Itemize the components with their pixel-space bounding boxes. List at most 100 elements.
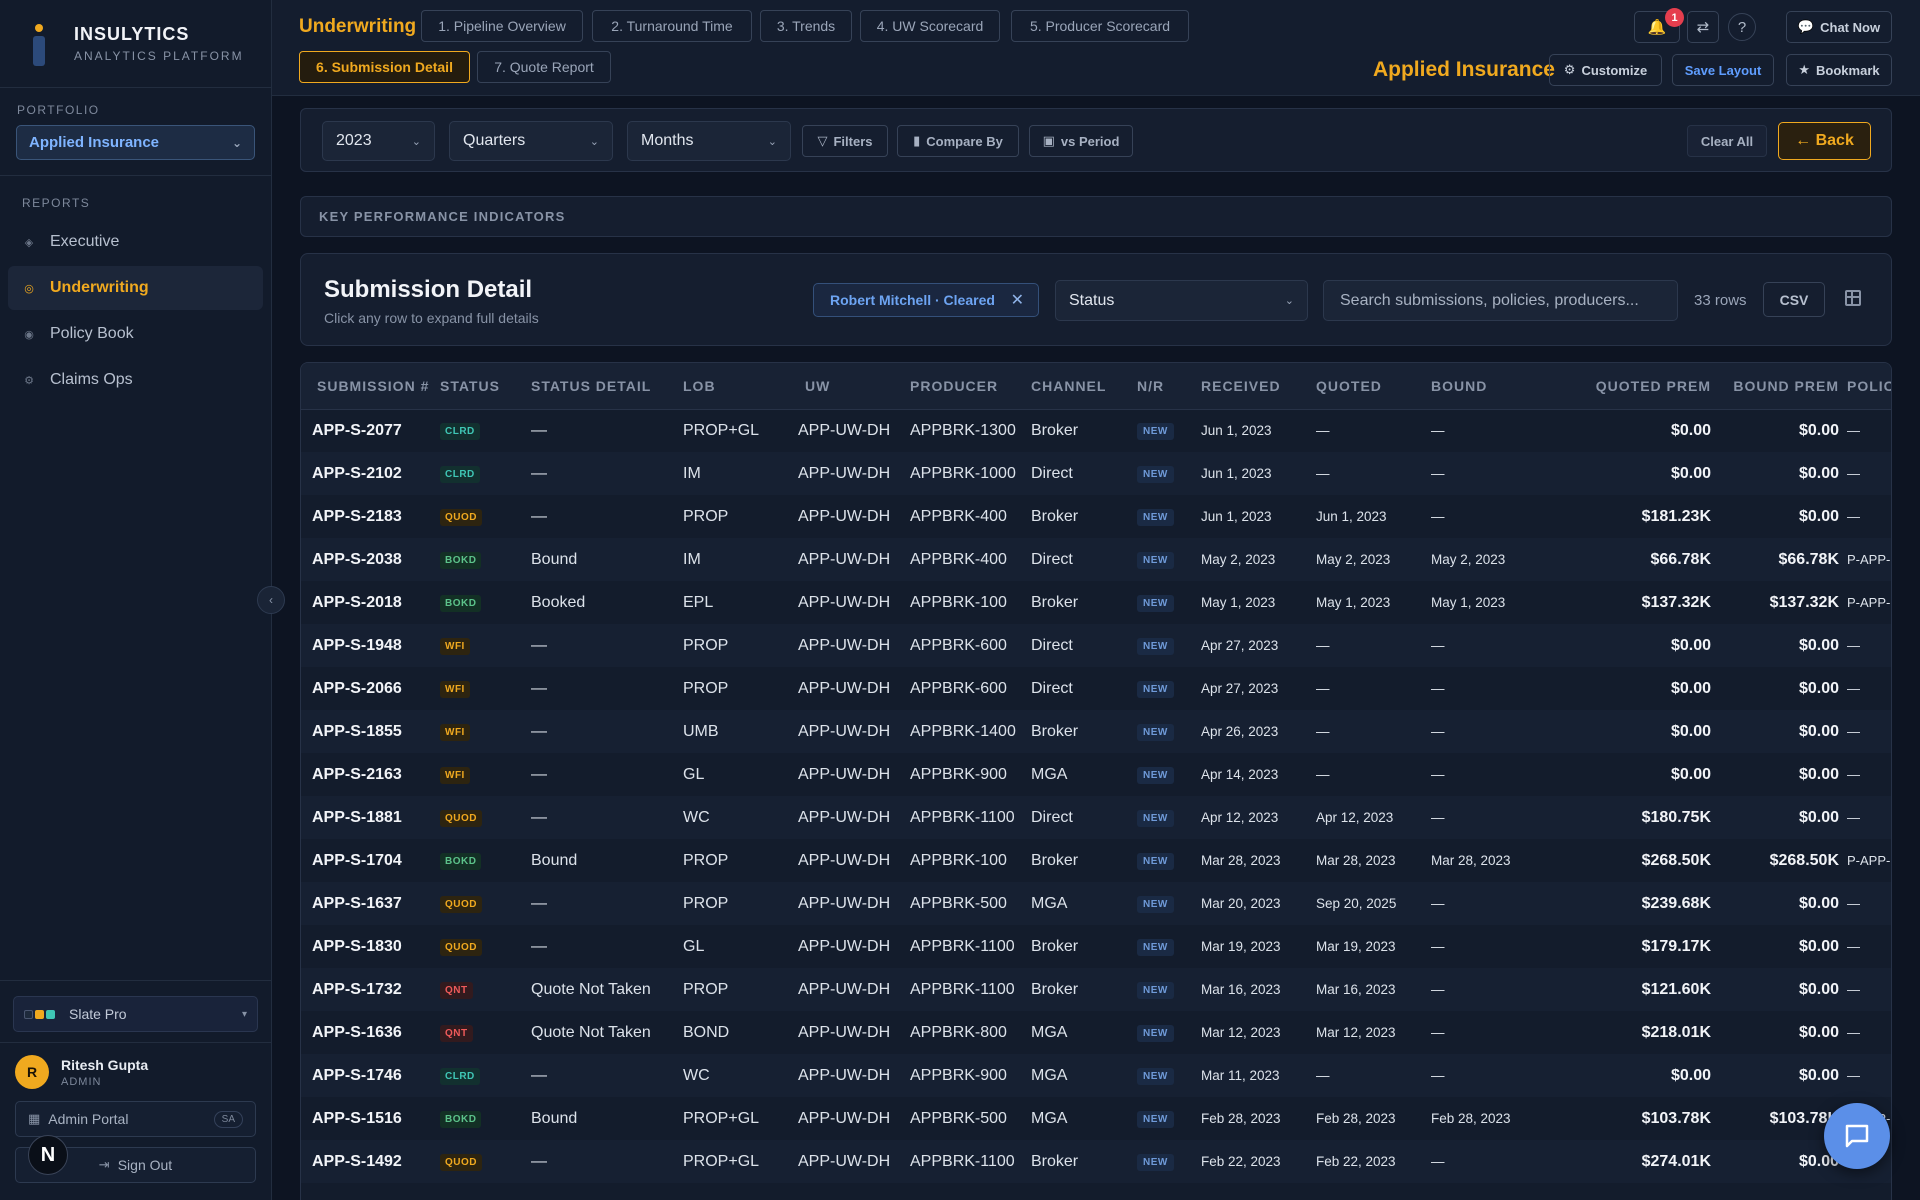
table-row[interactable]: APP-S-1732 QNT Quote Not Taken PROP APP-UW-D… — [301, 968, 1891, 1011]
close-icon[interactable]: ✕ — [1011, 290, 1024, 310]
tab-submission-detail[interactable]: 6. Submission Detail — [299, 51, 470, 83]
tab-uw-scorecard[interactable]: 4. UW Scorecard — [860, 10, 1000, 42]
table-row[interactable]: APP-S-1948 WFI — PROP APP-UW-DH APPBRK-600 Dir… — [301, 624, 1891, 667]
collapse-sidebar-button[interactable]: ‹ — [257, 586, 285, 614]
admin-portal-button[interactable]: ▦ Admin Portal SA — [15, 1101, 256, 1137]
table-row[interactable]: APP-S-1492 QUOD — PROP+GL APP-UW-DH APPBRK-11… — [301, 1140, 1891, 1183]
cell-channel: Direct — [1031, 452, 1137, 495]
filters-label: Filters — [833, 133, 873, 149]
column-header-received[interactable]: RECEIVED — [1201, 363, 1316, 410]
column-header-quoted[interactable]: QUOTED — [1316, 363, 1431, 410]
column-header-nr[interactable]: N/R — [1137, 363, 1201, 410]
months-value: Months — [641, 132, 694, 149]
cell-lob: PROP — [683, 851, 729, 869]
column-header-status-detail[interactable]: STATUS DETAIL — [531, 363, 683, 410]
table-row[interactable]: APP-S-2102 CLRD — IM APP-UW-DH APPBRK-1000 Dir… — [301, 452, 1891, 495]
table-row[interactable]: APP-S-2183 QUOD — PROP APP-UW-DH APPBRK-400 Br… — [301, 495, 1891, 538]
csv-export-button[interactable]: CSV — [1763, 282, 1825, 317]
table-row[interactable]: APP-S-2018 BOKD Booked EPL APP-UW-DH APPBRK-1… — [301, 581, 1891, 624]
kpi-section-header[interactable]: KEY PERFORMANCE INDICATORS — [300, 196, 1892, 237]
save-layout-button[interactable]: Save Layout — [1672, 54, 1774, 86]
tab-producer-scorecard[interactable]: 5. Producer Scorecard — [1011, 10, 1189, 42]
search-input[interactable] — [1323, 280, 1678, 321]
sidebar-item-policy-book[interactable]: ◉ Policy Book — [8, 312, 263, 356]
cell-received: Apr 27, 2023 — [1201, 624, 1316, 667]
months-select[interactable]: Months ⌄ — [627, 121, 791, 161]
chat-now-button[interactable]: 💬 Chat Now — [1786, 11, 1892, 43]
tab-trends[interactable]: 3. Trends — [760, 10, 852, 42]
filters-button[interactable]: ▽ Filters — [802, 125, 888, 157]
cell-channel: MGA — [1031, 882, 1137, 925]
cell-received: Jun 1, 2023 — [1201, 423, 1272, 439]
table-row[interactable]: APP-S-1636 QNT Quote Not Taken BOND APP-UW-D… — [301, 1011, 1891, 1054]
clear-all-button[interactable]: Clear All — [1687, 125, 1767, 157]
cell-status: QNT — [440, 1011, 531, 1054]
theme-select[interactable]: Slate Pro ▾ — [13, 996, 258, 1032]
cell-uw: APP-UW-DH — [798, 624, 910, 667]
cell-quoted: Mar 12, 2023 — [1316, 1025, 1396, 1040]
tab-turnaround-time[interactable]: 2. Turnaround Time — [592, 10, 752, 42]
cell-producer: APPBRK-500 — [910, 882, 1031, 925]
table-row[interactable]: APP-S-2077 CLRD — PROP+GL APP-UW-DH APPBRK-13… — [301, 409, 1891, 452]
cell-quoted-prem: $137.32K — [1641, 593, 1711, 611]
table-row[interactable]: APP-S-1881 QUOD — WC APP-UW-DH APPBRK-1100 Dir… — [301, 796, 1891, 839]
table-row[interactable]: APP-S-1746 CLRD — WC APP-UW-DH APPBRK-900 MGA N… — [301, 1054, 1891, 1097]
column-header-submission[interactable]: SUBMISSION # — [301, 363, 440, 410]
status-badge: CLRD — [440, 466, 480, 483]
tab-quote-report[interactable]: 7. Quote Report — [477, 51, 611, 83]
column-header-producer[interactable]: PRODUCER — [910, 363, 1031, 410]
cell-policy: — — [1847, 681, 1860, 696]
year-select[interactable]: 2023 ⌄ — [322, 121, 435, 161]
help-button[interactable]: ? — [1728, 13, 1756, 41]
cell-policy: — — [1839, 624, 1891, 667]
chevron-down-icon: ⌄ — [231, 135, 242, 150]
column-header-policy[interactable]: POLICY — [1839, 363, 1891, 410]
notifications-button[interactable]: 🔔 1 — [1634, 8, 1684, 43]
tab-pipeline-overview[interactable]: 1. Pipeline Overview — [421, 10, 583, 42]
cell-quoted: May 1, 2023 — [1316, 595, 1391, 610]
column-header-quoted-prem[interactable]: QUOTED PREM — [1546, 363, 1711, 410]
sidebar-item-executive[interactable]: ◈ Executive — [8, 220, 263, 264]
column-header-channel[interactable]: CHANNEL — [1031, 363, 1137, 410]
table-row[interactable]: APP-S-2038 BOKD Bound IM APP-UW-DH APPBRK-400… — [301, 538, 1891, 581]
cell-submission: APP-S-1637 — [301, 882, 440, 925]
table-row[interactable]: APP-S-2066 WFI — PROP APP-UW-DH APPBRK-600 Dir… — [301, 667, 1891, 710]
table-row[interactable]: APP-S-1704 BOKD Bound PROP APP-UW-DH APPBRK-1… — [301, 839, 1891, 882]
table-row[interactable]: APP-S-1855 WFI — UMB APP-UW-DH APPBRK-1400 Bro… — [301, 710, 1891, 753]
columns-icon[interactable] — [1845, 290, 1861, 306]
table-row[interactable]: APP-S-1637 QUOD — PROP APP-UW-DH APPBRK-500 MG… — [301, 882, 1891, 925]
cell-quoted-prem: $239.68K — [1546, 882, 1711, 925]
compare-by-button[interactable]: ▮ Compare By — [897, 125, 1019, 157]
switch-button[interactable]: ⇄ — [1687, 11, 1719, 43]
cell-status: QUOD — [440, 495, 531, 538]
sidebar-item-claims-ops[interactable]: ⚙ Claims Ops — [8, 358, 263, 402]
cell-nr: NEW — [1137, 624, 1201, 667]
cell-quoted-prem: $179.17K — [1641, 937, 1711, 955]
back-button[interactable]: ← Back — [1778, 122, 1871, 160]
cell-bound: — — [1431, 796, 1546, 839]
cell-uw: APP-UW-DH — [798, 968, 910, 1011]
bookmark-button[interactable]: ★ Bookmark — [1786, 54, 1892, 86]
column-header-lob[interactable]: LOB — [683, 363, 798, 410]
column-header-uw[interactable]: UW — [798, 363, 910, 410]
status-select-value: Status — [1069, 291, 1115, 309]
user-profile: R Ritesh Gupta ADMIN — [15, 1055, 148, 1089]
portfolio-select[interactable]: Applied Insurance ⌄ — [16, 125, 255, 160]
table-row[interactable]: APP-S-2163 WFI — GL APP-UW-DH APPBRK-900 MGA NE… — [301, 753, 1891, 796]
status-select[interactable]: Status ⌄ — [1055, 280, 1308, 321]
table-row[interactable]: APP-S-1830 QUOD — GL APP-UW-DH APPBRK-1100 Bro… — [301, 925, 1891, 968]
vs-period-button[interactable]: ▣ vs Period — [1029, 125, 1133, 157]
table-row[interactable]: APP-S-1516 BOKD Bound PROP+GL APP-UW-DH APPBR… — [301, 1097, 1891, 1140]
column-header-status[interactable]: STATUS — [440, 363, 531, 410]
chat-fab-button[interactable] — [1824, 1103, 1890, 1169]
n-badge[interactable]: N — [28, 1135, 68, 1175]
column-header-bound-prem[interactable]: BOUND PREM — [1711, 363, 1839, 410]
active-filter-chip[interactable]: Robert Mitchell · Cleared ✕ — [813, 283, 1039, 317]
cell-status-detail: Bound — [531, 538, 683, 581]
sidebar-item-underwriting[interactable]: ◎ Underwriting — [8, 266, 263, 310]
column-header-bound[interactable]: BOUND — [1431, 363, 1546, 410]
cell-received: Mar 12, 2023 — [1201, 1025, 1281, 1040]
customize-button[interactable]: ⚙ Customize — [1549, 54, 1662, 86]
brand[interactable]: INSULYTICS ANALYTICS PLATFORM — [0, 0, 271, 88]
quarters-select[interactable]: Quarters ⌄ — [449, 121, 613, 161]
